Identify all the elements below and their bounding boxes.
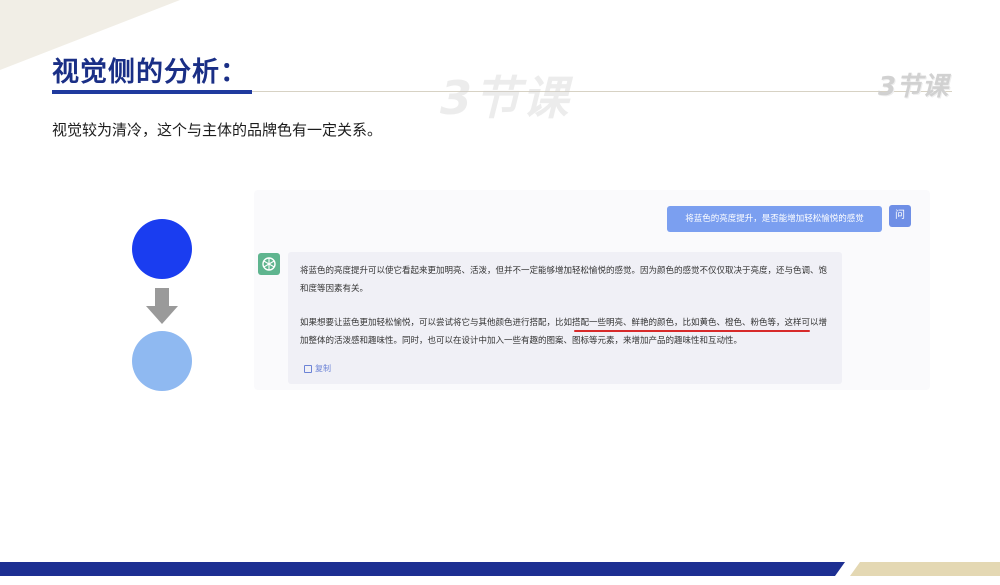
answer-paragraph-2-start: 如果想要让蓝色更加轻松愉悦，可以尝试将它与其他颜色进行搭配， <box>300 318 556 328</box>
copy-icon <box>304 364 312 373</box>
watermark-logo: 3节课 <box>440 71 571 125</box>
copy-button[interactable]: 复制 <box>304 363 331 374</box>
assistant-avatar-icon <box>258 253 280 275</box>
copy-label: 复制 <box>315 364 331 373</box>
answer-paragraph-1: 将蓝色的亮度提升可以使它看起来更加明亮、活泼，但并不一定能够增加轻松愉悦的感觉。… <box>300 266 828 294</box>
highlight-underline <box>574 330 810 332</box>
title-rule <box>252 91 952 92</box>
slide-title: 视觉侧的分析： <box>52 57 248 88</box>
answer-highlight: 比如搭配一些明亮、鲜艳的颜色，比如黄色、橙色、粉色等 <box>555 318 777 328</box>
user-message: 将蓝色的亮度提升，是否能增加轻松愉悦的感觉 <box>667 206 882 232</box>
footer-bar-gold <box>850 562 1000 576</box>
slide-subtitle: 视觉较为清冷，这个与主体的品牌色有一定关系。 <box>52 121 383 139</box>
dark-blue-swatch <box>132 219 192 279</box>
answer-paragraph-2: 如果想要让蓝色更加轻松愉悦，可以尝试将它与其他颜色进行搭配，比如搭配一些明亮、鲜… <box>300 314 835 350</box>
title-underline <box>52 90 252 94</box>
brand-logo: 3节课 <box>878 72 949 102</box>
light-blue-swatch <box>132 331 192 391</box>
footer-bar-blue <box>0 562 845 576</box>
arrow-down-icon <box>146 288 178 324</box>
user-avatar: 问 <box>889 205 911 227</box>
